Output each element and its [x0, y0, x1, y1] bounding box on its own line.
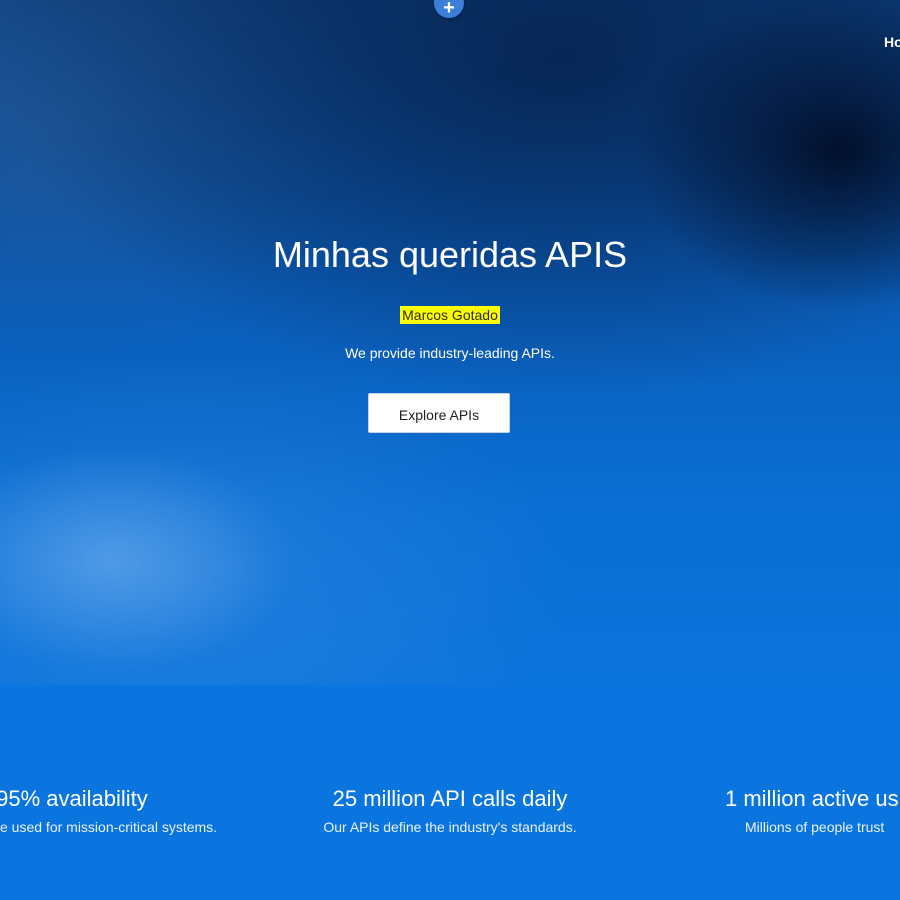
- stat-description: Our APIs define the industry's standards…: [323, 819, 577, 835]
- nav-link-home[interactable]: Ho: [884, 34, 900, 50]
- stat-title: 25 million API calls daily: [332, 786, 568, 811]
- stat-description: Millions of people trust: [745, 819, 885, 835]
- stat-availability: .95% availability e used for mission-cri…: [0, 785, 217, 835]
- stat-api-calls: 25 million API calls daily Our APIs defi…: [300, 785, 600, 835]
- hero-section: + Ho Minhas queridas APIS Marcos Gotado …: [0, 0, 900, 685]
- stat-title: 1 million active us: [725, 786, 899, 811]
- hero-tagline: We provide industry-leading APIs.: [345, 345, 555, 361]
- stat-active-users: 1 million active us Millions of people t…: [725, 785, 899, 835]
- plus-icon[interactable]: +: [434, 0, 464, 18]
- page: + Ho Minhas queridas APIS Marcos Gotado …: [0, 0, 900, 900]
- plus-glyph: +: [443, 0, 455, 18]
- hero-title: Minhas queridas APIS: [272, 234, 628, 275]
- author-container: Marcos Gotado: [0, 306, 900, 325]
- stats-section: .95% availability e used for mission-cri…: [0, 685, 900, 900]
- author-name: Marcos Gotado: [400, 306, 500, 324]
- stat-description: e used for mission-critical systems.: [0, 819, 218, 835]
- explore-apis-button[interactable]: Explore APIs: [368, 393, 510, 433]
- stat-title: .95% availability: [0, 786, 148, 811]
